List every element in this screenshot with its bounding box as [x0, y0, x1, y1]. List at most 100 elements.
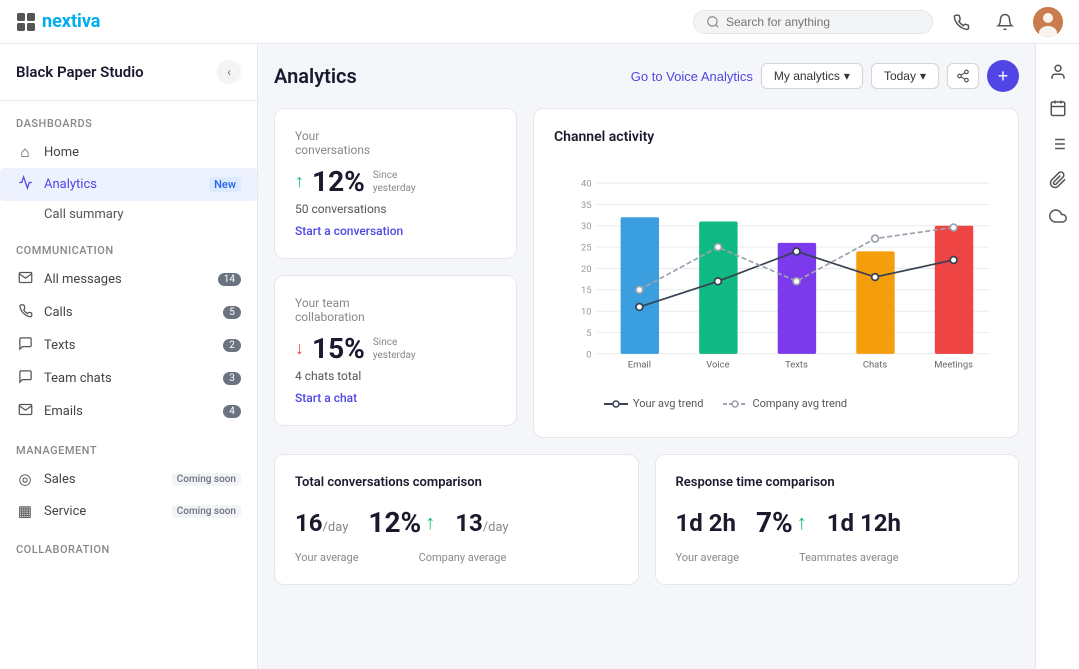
- top-cards-grid: Your conversations ↑ 12% Since yesterday…: [274, 108, 1019, 438]
- conversations-card: Your conversations ↑ 12% Since yesterday…: [274, 108, 517, 259]
- sidebar-item-home[interactable]: ⌂ Home: [0, 136, 257, 168]
- top-nav: nextiva: [0, 0, 1079, 44]
- total-percent-value: 12%: [368, 506, 421, 539]
- sidebar-item-call-summary[interactable]: Call summary: [0, 201, 257, 228]
- collaboration-down-arrow: ↓: [295, 338, 304, 359]
- collaboration-section-label: Collaboration: [0, 527, 257, 562]
- response-comparison-row: 1d 2h 7% ↑ 1d 12h: [676, 506, 999, 539]
- left-cards: Your conversations ↑ 12% Since yesterday…: [274, 108, 517, 438]
- your-response-stat: 1d 2h: [676, 509, 736, 537]
- company-trend-point: [715, 244, 722, 251]
- user-icon-btn[interactable]: [1042, 56, 1074, 88]
- your-avg-legend: Your avg trend: [604, 397, 703, 410]
- your-avg-legend-icon: [604, 399, 628, 409]
- sales-icon: ◎: [16, 470, 34, 488]
- sidebar-item-texts[interactable]: Texts 2: [0, 329, 257, 362]
- collaboration-count: 4 chats total: [295, 369, 496, 383]
- your-avg-value: 16/day: [295, 509, 348, 537]
- add-button[interactable]: +: [987, 60, 1019, 92]
- company-avg-legend-icon: [723, 399, 747, 409]
- user-avatar: [1033, 7, 1063, 37]
- page-title: Analytics: [274, 64, 357, 88]
- main-content: Analytics Go to Voice Analytics My analy…: [258, 44, 1035, 669]
- sidebar-item-team-chats[interactable]: Team chats 3: [0, 362, 257, 395]
- chart-area: 0 5 10 15 20 25 30 35 40 Email: [554, 157, 998, 417]
- chart-legend: Your avg trend Company avg trend: [554, 397, 998, 410]
- service-label: Service: [44, 504, 162, 519]
- email-bar: [621, 217, 659, 354]
- team-chats-icon: [16, 369, 34, 388]
- sidebar-item-all-messages[interactable]: All messages 14: [0, 263, 257, 296]
- sidebar-item-service[interactable]: ▦ Service Coming soon: [0, 495, 257, 527]
- trend-point: [950, 257, 957, 264]
- response-percent-value: 7%: [756, 506, 793, 539]
- start-chat-link[interactable]: Start a chat: [295, 391, 496, 405]
- company-avg-legend-label: Company avg trend: [752, 397, 847, 410]
- response-up-arrow: ↑: [797, 510, 807, 535]
- svg-text:35: 35: [581, 200, 592, 211]
- company-avg-stat: 13/day: [455, 509, 508, 537]
- company-avg-value: 13/day: [455, 509, 508, 537]
- sidebar-collapse-button[interactable]: ‹: [217, 60, 241, 84]
- list-icon-btn[interactable]: [1042, 128, 1074, 160]
- start-conversation-link[interactable]: Start a conversation: [295, 224, 496, 238]
- avatar[interactable]: [1033, 7, 1063, 37]
- total-comparison-row: 16/day 12% ↑ 13/day: [295, 506, 618, 539]
- your-avg-stat: 16/day: [295, 509, 348, 537]
- sidebar-item-call-summary-label: Call summary: [44, 207, 124, 222]
- calendar-icon-btn[interactable]: [1042, 92, 1074, 124]
- sidebar-item-sales[interactable]: ◎ Sales Coming soon: [0, 463, 257, 495]
- trend-point: [636, 303, 643, 310]
- list-icon: [1049, 135, 1067, 153]
- grid-icon: [16, 12, 36, 32]
- company-trend-point: [872, 235, 879, 242]
- texts-label: Texts: [44, 338, 213, 353]
- svg-text:15: 15: [581, 285, 592, 296]
- paperclip-icon-btn[interactable]: [1042, 164, 1074, 196]
- share-button[interactable]: [947, 63, 979, 89]
- phone-icon-btn[interactable]: [945, 6, 977, 38]
- cloud-icon-btn[interactable]: [1042, 200, 1074, 232]
- voice-analytics-link[interactable]: Go to Voice Analytics: [631, 69, 753, 84]
- today-button[interactable]: Today ▾: [871, 63, 939, 89]
- analytics-icon: [16, 175, 34, 194]
- texts-badge: 2: [223, 339, 241, 352]
- svg-text:Chats: Chats: [863, 360, 887, 371]
- svg-text:Meetings: Meetings: [934, 360, 973, 371]
- user-icon: [1049, 63, 1067, 81]
- bar-chart: 0 5 10 15 20 25 30 35 40 Email: [554, 157, 998, 397]
- response-time-card: Response time comparison 1d 2h 7% ↑ 1d 1…: [655, 454, 1020, 585]
- svg-text:Voice: Voice: [706, 360, 729, 371]
- total-labels-row: Your average Company average: [295, 547, 618, 564]
- sidebar-item-emails[interactable]: Emails 4: [0, 395, 257, 428]
- search-bar[interactable]: [693, 10, 933, 34]
- sidebar-item-analytics[interactable]: Analytics New: [0, 168, 257, 201]
- response-labels-row: Your average Teammates average: [676, 547, 999, 564]
- svg-text:30: 30: [581, 221, 592, 232]
- my-analytics-button[interactable]: My analytics ▾: [761, 63, 863, 89]
- svg-text:5: 5: [586, 328, 591, 339]
- sidebar-item-calls[interactable]: Calls 5: [0, 296, 257, 329]
- search-icon: [706, 15, 720, 29]
- calls-badge: 5: [223, 306, 241, 319]
- collaboration-percent-row: ↓ 15% Since yesterday: [295, 332, 496, 365]
- chats-bar: [856, 251, 894, 353]
- company-name: Black Paper Studio: [16, 63, 144, 81]
- sidebar-item-home-label: Home: [44, 145, 241, 160]
- collaboration-card: Your team collaboration ↓ 15% Since yest…: [274, 275, 517, 426]
- svg-text:25: 25: [581, 243, 592, 254]
- conversations-percent-row: ↑ 12% Since yesterday: [295, 165, 496, 198]
- right-icon-bar: [1035, 44, 1079, 669]
- sidebar-item-analytics-label: Analytics: [44, 177, 199, 192]
- texts-bar: [778, 243, 816, 354]
- teammates-label: Teammates average: [799, 551, 898, 564]
- paperclip-icon: [1049, 171, 1067, 189]
- company-avg-legend: Company avg trend: [723, 397, 847, 410]
- total-conversations-card: Total conversations comparison 16/day 12…: [274, 454, 639, 585]
- bell-icon-btn[interactable]: [989, 6, 1021, 38]
- search-input[interactable]: [726, 15, 886, 29]
- svg-text:Texts: Texts: [785, 360, 808, 371]
- company-trend-point: [793, 278, 800, 285]
- your-response-label: Your average: [676, 551, 740, 564]
- response-time-title: Response time comparison: [676, 475, 999, 490]
